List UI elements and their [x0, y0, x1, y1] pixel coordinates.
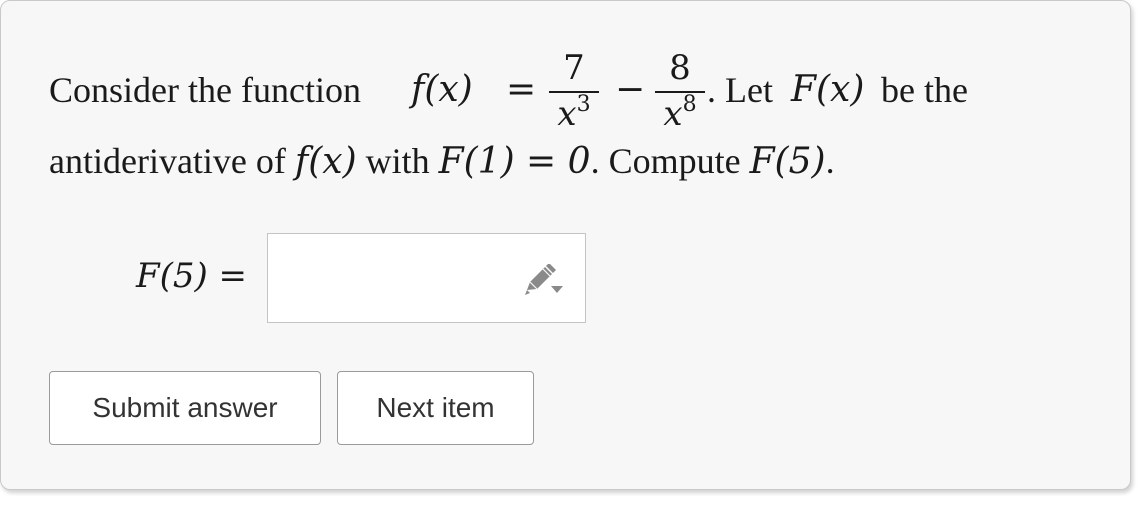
fraction-7-over-x3: 7 x3 [549, 51, 599, 131]
antiderivative-F-of-x: F(x) [791, 69, 865, 110]
antiderivative-text: antiderivative of [49, 141, 295, 181]
minus-sign: − [615, 69, 646, 110]
compute-text: . Compute [590, 141, 750, 181]
fraction-2-numerator: 8 [669, 48, 691, 88]
final-period: . [825, 141, 835, 181]
question-card: Consider the function f(x) = 7 x3 − 8 x8… [0, 0, 1131, 490]
equals-sign: = [506, 69, 537, 110]
submit-answer-button[interactable]: Submit answer [49, 371, 321, 445]
fraction-2-bar [655, 91, 705, 93]
fraction-1-bar [549, 91, 599, 93]
target-F-of-5: F(5) [749, 141, 826, 182]
function-f-of-x: f(x) [411, 69, 473, 110]
fraction-1-numerator: 7 [563, 48, 585, 88]
answer-input-field[interactable] [267, 233, 586, 323]
fraction-2-denominator: x8 [663, 92, 697, 134]
fraction-1-denominator: x3 [557, 92, 591, 134]
problem-line-2: antiderivative of f(x) with F(1) = 0. Co… [49, 143, 835, 180]
line2-f-of-x: f(x) [294, 141, 357, 182]
pencil-dropdown-icon[interactable] [521, 264, 565, 298]
intro-text: Consider the function [49, 70, 361, 110]
fraction-8-over-x8: 8 x8 [655, 51, 705, 131]
with-text: with [356, 141, 439, 181]
next-item-button[interactable]: Next item [337, 371, 534, 445]
answer-label: F(5) = [136, 256, 248, 296]
initial-condition: F(1) = 0 [438, 141, 591, 182]
let-text: . Let [707, 70, 773, 110]
be-the-text: be the [881, 70, 968, 110]
